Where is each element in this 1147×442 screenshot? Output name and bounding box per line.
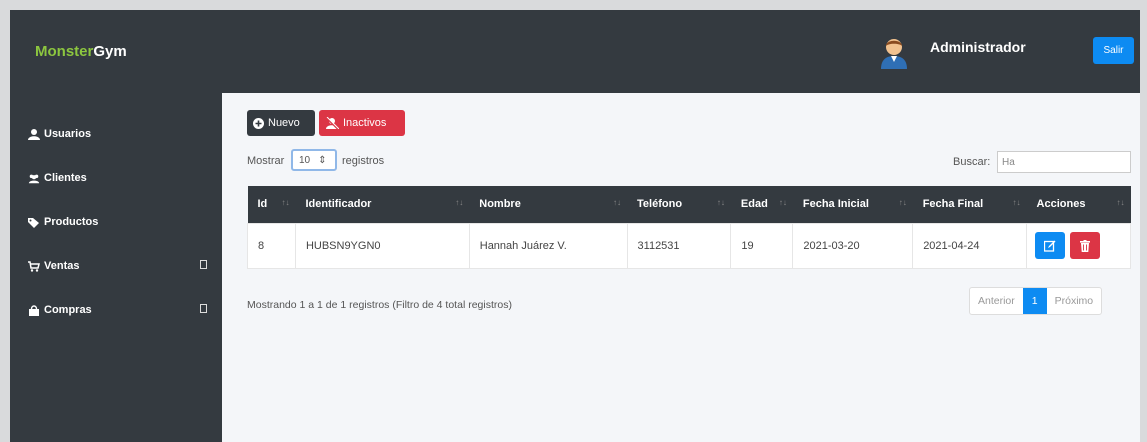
search-label: Buscar: <box>953 156 991 168</box>
inactive-button-label: Inactivos <box>343 117 387 129</box>
sidebar-item-label: Compras <box>44 304 92 316</box>
cell-telefono: 3112531 <box>626 222 732 269</box>
pagination-prev[interactable]: Anterior <box>970 288 1023 314</box>
search-input[interactable] <box>997 151 1131 173</box>
top-navbar: MonsterGym Administrador Salir <box>10 10 1140 93</box>
sort-icon: ↑↓ <box>898 198 907 207</box>
page-size-select[interactable]: 10 ⇕ <box>291 149 337 171</box>
users-icon <box>27 172 40 184</box>
avatar <box>878 35 910 69</box>
table-header-row: Id ↑↓ Identificador ↑↓ Nombre ↑↓ Teléfono ↑↓… <box>247 186 1131 223</box>
sort-icon: ↑↓ <box>613 198 622 207</box>
pagination: Anterior 1 Próximo <box>969 287 1103 315</box>
plus-circle-icon <box>253 117 264 129</box>
col-header-fecha-final[interactable]: Fecha Final ↑↓ <box>913 186 1027 223</box>
main-content: Nuevo Inactivos Mostrar 10 ⇕ registros B… <box>222 93 1140 442</box>
new-button[interactable]: Nuevo <box>247 110 315 136</box>
select-arrows-icon: ⇕ <box>318 154 327 166</box>
sidebar-item-compras[interactable]: Compras <box>27 304 207 316</box>
clients-table: Id ↑↓ Identificador ↑↓ Nombre ↑↓ Teléfono ↑↓… <box>247 186 1131 269</box>
sort-icon: ↑↓ <box>455 198 464 207</box>
sidebar-item-ventas[interactable]: Ventas <box>27 260 207 272</box>
sidebar-item-label: Productos <box>44 216 99 228</box>
sidebar-item-productos[interactable]: Productos <box>27 216 207 228</box>
sidebar-item-clientes[interactable]: Clientes <box>27 172 207 184</box>
brand-text-gym: Gym <box>93 43 127 60</box>
cell-fecha-inicial: 2021-03-20 <box>792 222 914 269</box>
user-name[interactable]: Administrador <box>930 39 1026 55</box>
col-header-identificador[interactable]: Identificador ↑↓ <box>295 186 469 223</box>
app-window: MonsterGym Administrador Salir Usuarios … <box>10 10 1140 442</box>
col-header-fecha-inicial[interactable]: Fecha Inicial ↑↓ <box>793 186 913 223</box>
col-header-nombre[interactable]: Nombre ↑↓ <box>469 186 627 223</box>
brand-logo[interactable]: MonsterGym <box>35 43 127 60</box>
expand-icon <box>200 304 207 313</box>
edit-icon <box>1044 240 1056 252</box>
user-slash-icon <box>325 117 339 129</box>
sort-icon: ↑↓ <box>1012 198 1021 207</box>
logout-button[interactable]: Salir <box>1093 37 1134 64</box>
table-row: 8 HUBSN9YGN0 Hannah Juárez V. 3112531 19… <box>247 222 1131 269</box>
sidebar: Usuarios Clientes Productos Ventas Compr… <box>10 93 222 442</box>
cell-edad: 19 <box>730 222 794 269</box>
sidebar-item-label: Usuarios <box>44 128 92 140</box>
cell-id: 8 <box>247 222 296 269</box>
sidebar-item-label: Ventas <box>44 260 80 272</box>
cell-nombre: Hannah Juárez V. <box>468 222 628 269</box>
brand-text-monster: Monster <box>35 43 94 60</box>
pagination-next[interactable]: Próximo <box>1047 288 1102 314</box>
show-label: Mostrar <box>247 155 285 167</box>
expand-icon <box>200 260 207 269</box>
cart-icon <box>27 260 40 272</box>
bag-icon <box>27 304 40 316</box>
new-button-label: Nuevo <box>268 117 300 129</box>
sort-icon: ↑↓ <box>1116 198 1125 207</box>
col-header-acciones[interactable]: Acciones ↑↓ <box>1027 186 1131 223</box>
sort-icon: ↑↓ <box>716 198 725 207</box>
cell-identificador: HUBSN9YGN0 <box>294 222 470 269</box>
col-header-id[interactable]: Id ↑↓ <box>248 186 296 223</box>
edit-button[interactable] <box>1035 232 1066 259</box>
pagination-page-1[interactable]: 1 <box>1022 288 1047 314</box>
page-size-value: 10 <box>299 154 311 166</box>
sidebar-item-usuarios[interactable]: Usuarios <box>27 128 207 140</box>
trash-icon <box>1080 239 1091 252</box>
cell-acciones <box>1026 222 1131 269</box>
tags-icon <box>27 216 40 228</box>
sidebar-item-label: Clientes <box>44 172 87 184</box>
cell-fecha-final: 2021-04-24 <box>912 222 1028 269</box>
table-info: Mostrando 1 a 1 de 1 registros (Filtro d… <box>247 299 512 311</box>
inactive-button[interactable]: Inactivos <box>319 110 405 136</box>
delete-button[interactable] <box>1070 232 1101 259</box>
col-header-edad[interactable]: Edad ↑↓ <box>731 186 793 223</box>
col-header-telefono[interactable]: Teléfono ↑↓ <box>627 186 731 223</box>
user-icon <box>27 128 40 140</box>
records-label: registros <box>342 155 385 167</box>
sort-icon: ↑↓ <box>281 198 290 207</box>
sort-icon: ↑↓ <box>778 198 787 207</box>
